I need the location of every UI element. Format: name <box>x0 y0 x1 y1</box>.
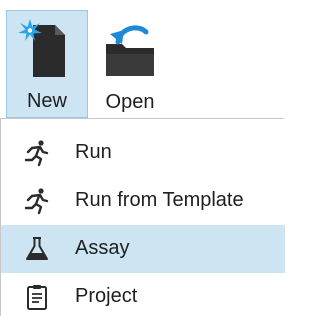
menu-item-project[interactable]: Project <box>1 273 285 316</box>
app-root: New Open Run Run from Template Assay Pro… <box>0 0 285 316</box>
run-icon <box>24 140 49 167</box>
open-button[interactable]: Open <box>88 10 172 118</box>
clipboard-icon <box>27 285 47 310</box>
menu-item-label: Run <box>75 141 112 163</box>
menu-item-label: Project <box>75 285 138 307</box>
menu-item-assay[interactable]: Assay <box>1 225 285 273</box>
menu-item-label: Run from Template <box>75 189 244 211</box>
menu-item-label: Assay <box>75 237 130 259</box>
new-dropdown-menu: Run Run from Template Assay Project <box>0 118 285 316</box>
menu-item-run[interactable]: Run <box>1 129 285 177</box>
new-button-label: New <box>26 90 67 112</box>
open-button-label: Open <box>105 91 155 113</box>
open-folder-icon <box>106 25 154 76</box>
new-button[interactable]: New <box>6 10 88 118</box>
new-document-icon <box>18 19 65 77</box>
menu-item-run-from-template[interactable]: Run from Template <box>1 177 285 225</box>
flask-icon <box>26 237 48 260</box>
toolbar: New Open <box>0 0 284 120</box>
run-template-icon <box>24 188 49 215</box>
